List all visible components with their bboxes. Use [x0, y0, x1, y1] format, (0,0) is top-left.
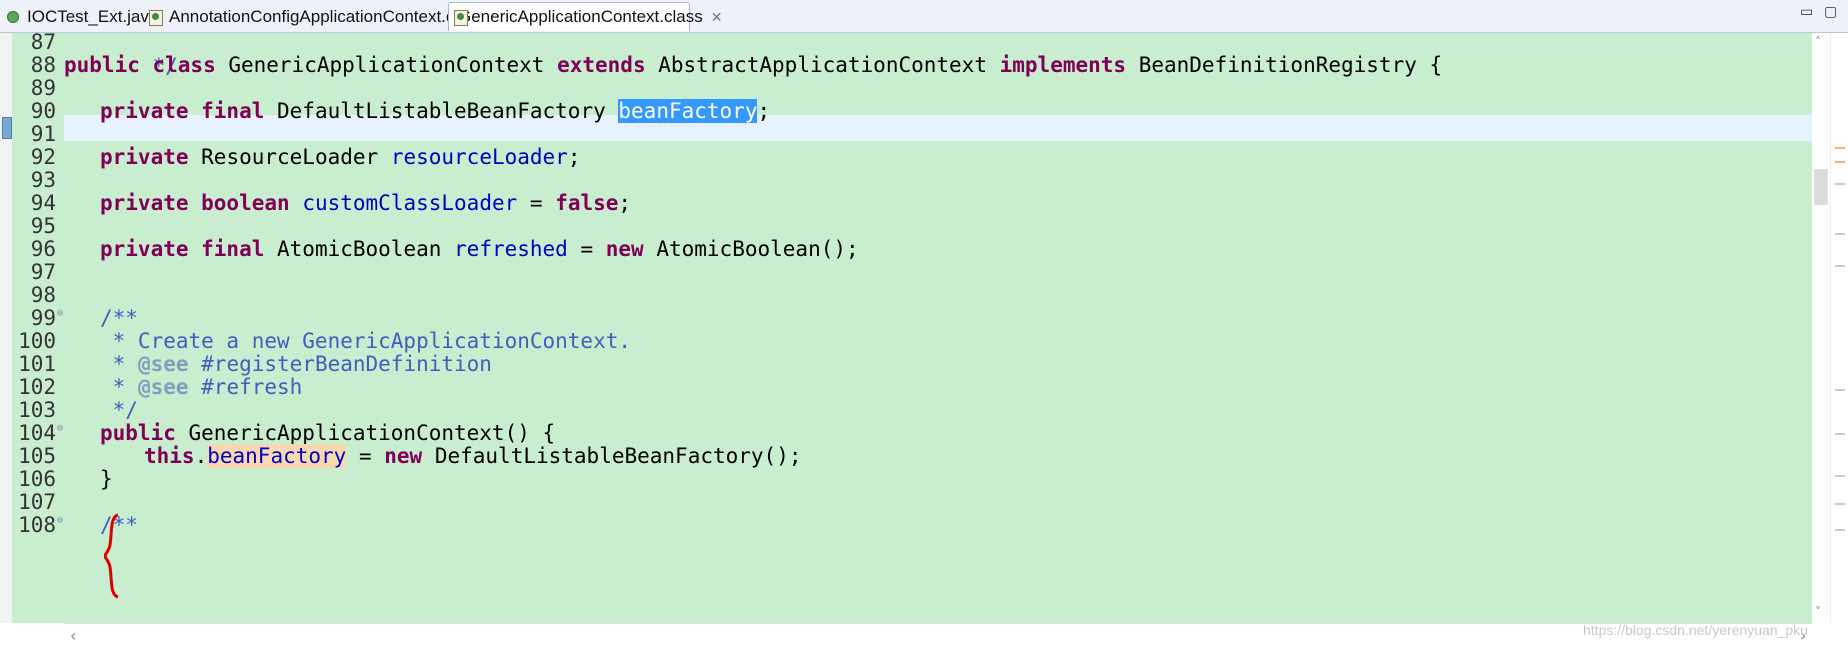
line-number: 96	[30, 237, 56, 261]
tab-generic-application-context[interactable]: GenericApplicationContext.class ✕	[448, 2, 722, 31]
scrollbar-thumb[interactable]	[1814, 169, 1828, 205]
code-text-area[interactable]: */ public class GenericApplicationContex…	[64, 33, 1812, 623]
code-line-87: */	[139, 54, 178, 78]
line-number: 88	[30, 53, 56, 77]
line-number: 101	[18, 352, 56, 376]
code-line-99: /**	[100, 306, 138, 330]
line-number: 97	[30, 260, 56, 284]
scroll-down-icon[interactable]: ˅	[1815, 605, 1821, 619]
line-number: 99	[30, 306, 56, 330]
selected-text[interactable]: beanFactory	[618, 99, 758, 123]
code-line-88: public class GenericApplicationContext e…	[64, 53, 1443, 77]
editor-tab-bar: IOCTest_Ext.java AnnotationConfigApplica…	[0, 0, 1848, 33]
java-file-icon	[6, 9, 22, 25]
occurrence-marker[interactable]	[1835, 529, 1845, 531]
occurrence-highlight[interactable]: beanFactory	[207, 444, 347, 468]
line-number: 102	[18, 375, 56, 399]
occurrence-marker[interactable]	[1835, 389, 1845, 391]
line-number: 105	[18, 444, 56, 468]
occurrence-marker[interactable]	[1835, 475, 1845, 477]
line-number-gutter: 87 88 89 90 91 92 93 94 95 96 97 98 99 1…	[12, 30, 64, 623]
overview-ruler[interactable]	[1830, 33, 1848, 623]
line-number: 93	[30, 168, 56, 192]
code-line-92: private ResourceLoader resourceLoader;	[100, 145, 581, 169]
tab-label: GenericApplicationContext.class	[458, 7, 703, 26]
occurrence-marker[interactable]	[1835, 147, 1845, 149]
occurrence-marker[interactable]	[1835, 433, 1845, 435]
current-line-marker	[2, 117, 12, 139]
horizontal-scrollbar[interactable]: ‹ ›	[64, 623, 1812, 648]
code-line-106: }	[100, 467, 113, 491]
line-number: 90	[30, 99, 56, 123]
line-number: 103	[18, 398, 56, 422]
line-number: 95	[30, 214, 56, 238]
fold-collapse-icon[interactable]: ⊖	[57, 308, 63, 319]
tab-ioctest-ext[interactable]: IOCTest_Ext.java	[2, 2, 158, 31]
occurrence-marker[interactable]	[1835, 265, 1845, 267]
line-number: 92	[30, 145, 56, 169]
code-line-103: */	[100, 398, 138, 422]
code-line-90: private final DefaultListableBeanFactory…	[100, 99, 771, 123]
red-brace-annotation	[104, 513, 119, 599]
tab-annotation-config-application-context[interactable]: AnnotationConfigApplicationContext.class	[144, 2, 485, 31]
line-number: 106	[18, 467, 56, 491]
line-number: 91	[30, 122, 56, 146]
occurrence-marker[interactable]	[1835, 233, 1845, 235]
code-editor[interactable]: 87 88 89 90 91 92 93 94 95 96 97 98 99 1…	[0, 30, 1848, 648]
line-number: 104	[18, 421, 56, 445]
code-line-102: * @see #refresh	[100, 375, 303, 399]
line-number: 107	[18, 490, 56, 514]
tab-label: AnnotationConfigApplicationContext.class	[169, 6, 485, 26]
line-number: 108	[18, 513, 56, 537]
code-line-104: public GenericApplicationContext() {	[100, 421, 556, 445]
line-number: 94	[30, 191, 56, 215]
tab-label: IOCTest_Ext.java	[27, 6, 159, 26]
scroll-left-icon[interactable]: ‹	[70, 626, 76, 645]
code-line-94: private boolean customClassLoader = fals…	[100, 191, 632, 215]
minimize-button[interactable]: ▭	[1800, 3, 1813, 20]
line-number: 89	[30, 76, 56, 100]
watermark: https://blog.csdn.net/yerenyuan_pku	[1583, 622, 1808, 638]
code-line-96: private final AtomicBoolean refreshed = …	[100, 237, 859, 261]
line-number: 100	[18, 329, 56, 353]
maximize-button[interactable]: ▢	[1824, 3, 1837, 20]
scroll-up-icon[interactable]: ˄	[1815, 35, 1821, 49]
line-number: 87	[30, 30, 56, 54]
fold-collapse-icon[interactable]: ⊖	[57, 423, 63, 434]
occurrence-marker[interactable]	[1835, 183, 1845, 185]
fold-collapse-icon[interactable]: ⊖	[57, 515, 63, 526]
annotation-ruler	[0, 33, 12, 623]
vertical-scrollbar[interactable]: ˄ ˅	[1812, 33, 1830, 623]
code-line-105: this.beanFactory = new DefaultListableBe…	[144, 444, 802, 468]
line-number: 98	[30, 283, 56, 307]
occurrence-marker[interactable]	[1835, 161, 1845, 163]
occurrence-marker[interactable]	[1835, 503, 1845, 505]
close-icon[interactable]: ✕	[711, 9, 723, 26]
code-line-100: * Create a new GenericApplicationContext…	[100, 329, 632, 353]
class-file-icon	[148, 9, 164, 26]
code-line-101: * @see #registerBeanDefinition	[100, 352, 492, 376]
